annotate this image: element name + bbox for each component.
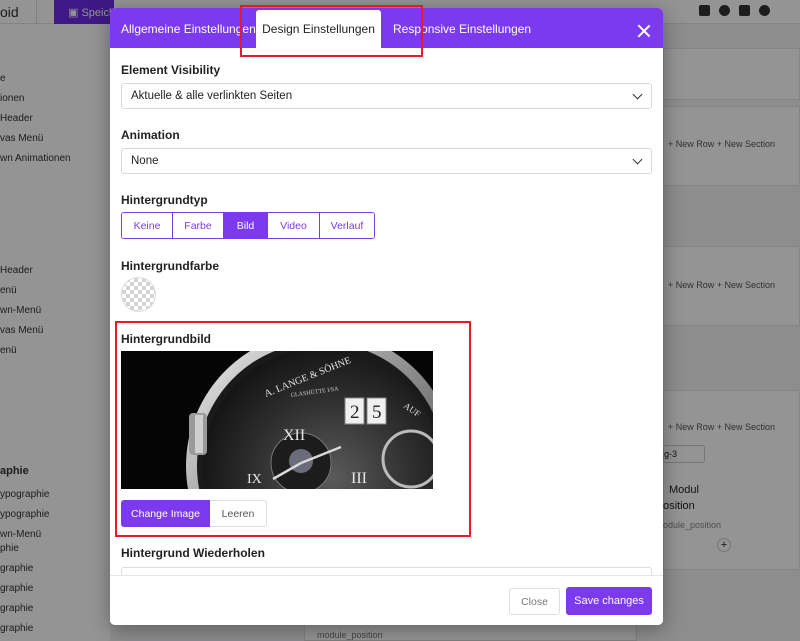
animation-select[interactable]: None [121, 148, 652, 174]
change-image-button[interactable]: Change Image [121, 500, 210, 527]
background-color-swatch[interactable] [121, 277, 156, 312]
background-repeat-label: Hintergrund Wiederholen [121, 546, 265, 560]
bgtype-option-video[interactable]: Video [268, 213, 320, 238]
tab-design[interactable]: Design Einstellungen [256, 10, 381, 48]
bgtype-option-bild[interactable]: Bild [224, 213, 268, 238]
bgtype-option-farbe[interactable]: Farbe [173, 213, 224, 238]
save-changes-button[interactable]: Save changes [566, 587, 652, 615]
tab-allgemeine[interactable]: Allgemeine Einstellungen [121, 8, 256, 48]
clear-image-button[interactable]: Leeren [210, 500, 267, 527]
watch-date-digit: 2 [350, 402, 360, 423]
element-visibility-label: Element Visibility [121, 63, 221, 77]
watch-date-digit: 5 [372, 402, 382, 423]
background-type-group: Keine Farbe Bild Video Verlauf [121, 212, 375, 239]
background-type-label: Hintergrundtyp [121, 193, 208, 207]
background-image-preview: A. LANGE & SÖHNE GLASHÜTTE I/SA AUF 2 5 … [121, 351, 433, 489]
background-image-label: Hintergrundbild [121, 332, 211, 346]
chevron-down-icon [632, 89, 643, 100]
background-color-label: Hintergrundfarbe [121, 259, 220, 273]
background-repeat-select[interactable] [121, 567, 652, 575]
element-visibility-select[interactable]: Aktuelle & alle verlinkten Seiten [121, 83, 652, 109]
watch-image: A. LANGE & SÖHNE GLASHÜTTE I/SA AUF 2 5 … [121, 351, 433, 489]
close-button[interactable]: Close [509, 588, 560, 615]
element-visibility-value: Aktuelle & alle verlinkten Seiten [131, 90, 293, 102]
settings-modal: Allgemeine Einstellungen Design Einstell… [110, 8, 663, 625]
watch-numeral: III [351, 470, 367, 487]
image-actions: Change Image Leeren [121, 500, 267, 527]
close-icon[interactable] [637, 24, 651, 38]
animation-label: Animation [121, 128, 180, 142]
modal-footer: Close Save changes [110, 575, 663, 625]
watch-numeral: IX [247, 472, 262, 487]
tab-responsive[interactable]: Responsive Einstellungen [393, 8, 531, 48]
animation-value: None [131, 155, 159, 167]
chevron-down-icon [632, 154, 643, 165]
watch-numeral: XII [283, 427, 305, 444]
modal-body: Element Visibility Aktuelle & alle verli… [110, 48, 663, 575]
bgtype-option-verlauf[interactable]: Verlauf [320, 213, 374, 238]
bgtype-option-keine[interactable]: Keine [122, 213, 173, 238]
modal-tab-bar: Allgemeine Einstellungen Design Einstell… [110, 8, 663, 48]
